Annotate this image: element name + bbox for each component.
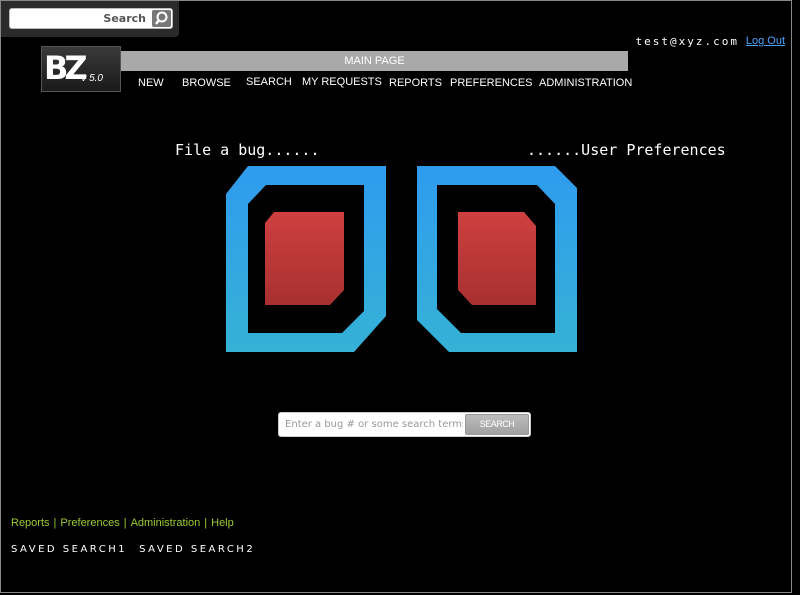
- nav-reports[interactable]: REPORTS: [389, 77, 442, 89]
- top-search-label: Search: [103, 12, 146, 25]
- top-search-input[interactable]: Search: [9, 8, 173, 29]
- nav-preferences[interactable]: PREFERENCES: [450, 77, 533, 89]
- logo-version: v 5.0: [81, 73, 103, 84]
- nav-search[interactable]: SEARCH: [246, 76, 292, 88]
- magnifier-icon[interactable]: [152, 10, 171, 27]
- logo[interactable]: BZ v 5.0: [41, 46, 121, 92]
- nav-my-requests[interactable]: MY REQUESTS: [302, 76, 382, 88]
- file-bug-card[interactable]: [226, 166, 386, 352]
- saved-searches: SAVED SEARCH1 SAVED SEARCH2: [11, 544, 267, 555]
- footer-separator: |: [53, 517, 57, 529]
- saved-search-2[interactable]: SAVED SEARCH2: [139, 544, 255, 555]
- page-title: MAIN PAGE: [121, 51, 628, 71]
- user-preferences-title: ......User Preferences: [527, 141, 726, 159]
- bug-search-input[interactable]: [285, 416, 463, 433]
- file-bug-title: File a bug......: [175, 141, 320, 159]
- nav-new[interactable]: NEW: [138, 77, 164, 89]
- logout-link[interactable]: Log Out: [746, 35, 785, 47]
- footer-separator: |: [123, 517, 127, 529]
- footer-link-help[interactable]: Help: [211, 517, 234, 529]
- app-window: Search test@xyz.com Log Out BZ v 5.0 MAI…: [0, 0, 792, 593]
- footer-link-preferences[interactable]: Preferences: [60, 517, 119, 529]
- user-preferences-card-graphic: [417, 166, 577, 352]
- top-search-container: Search: [1, 1, 179, 37]
- footer-separator: |: [204, 517, 208, 529]
- saved-search-1[interactable]: SAVED SEARCH1: [11, 544, 127, 555]
- footer-link-administration[interactable]: Administration: [131, 517, 201, 529]
- logo-letters: BZ: [44, 49, 88, 87]
- user-email: test@xyz.com: [635, 35, 739, 48]
- nav-browse[interactable]: BROWSE: [182, 77, 231, 89]
- nav-administration[interactable]: ADMINISTRATION: [539, 77, 632, 89]
- footer-links: Reports | Preferences | Administration | Help: [11, 517, 234, 529]
- bug-search-bar: SEARCH: [278, 412, 531, 437]
- file-bug-card-graphic: [226, 166, 386, 352]
- bug-search-button[interactable]: SEARCH: [465, 414, 529, 435]
- footer-link-reports[interactable]: Reports: [11, 517, 50, 529]
- user-preferences-card[interactable]: [417, 166, 577, 352]
